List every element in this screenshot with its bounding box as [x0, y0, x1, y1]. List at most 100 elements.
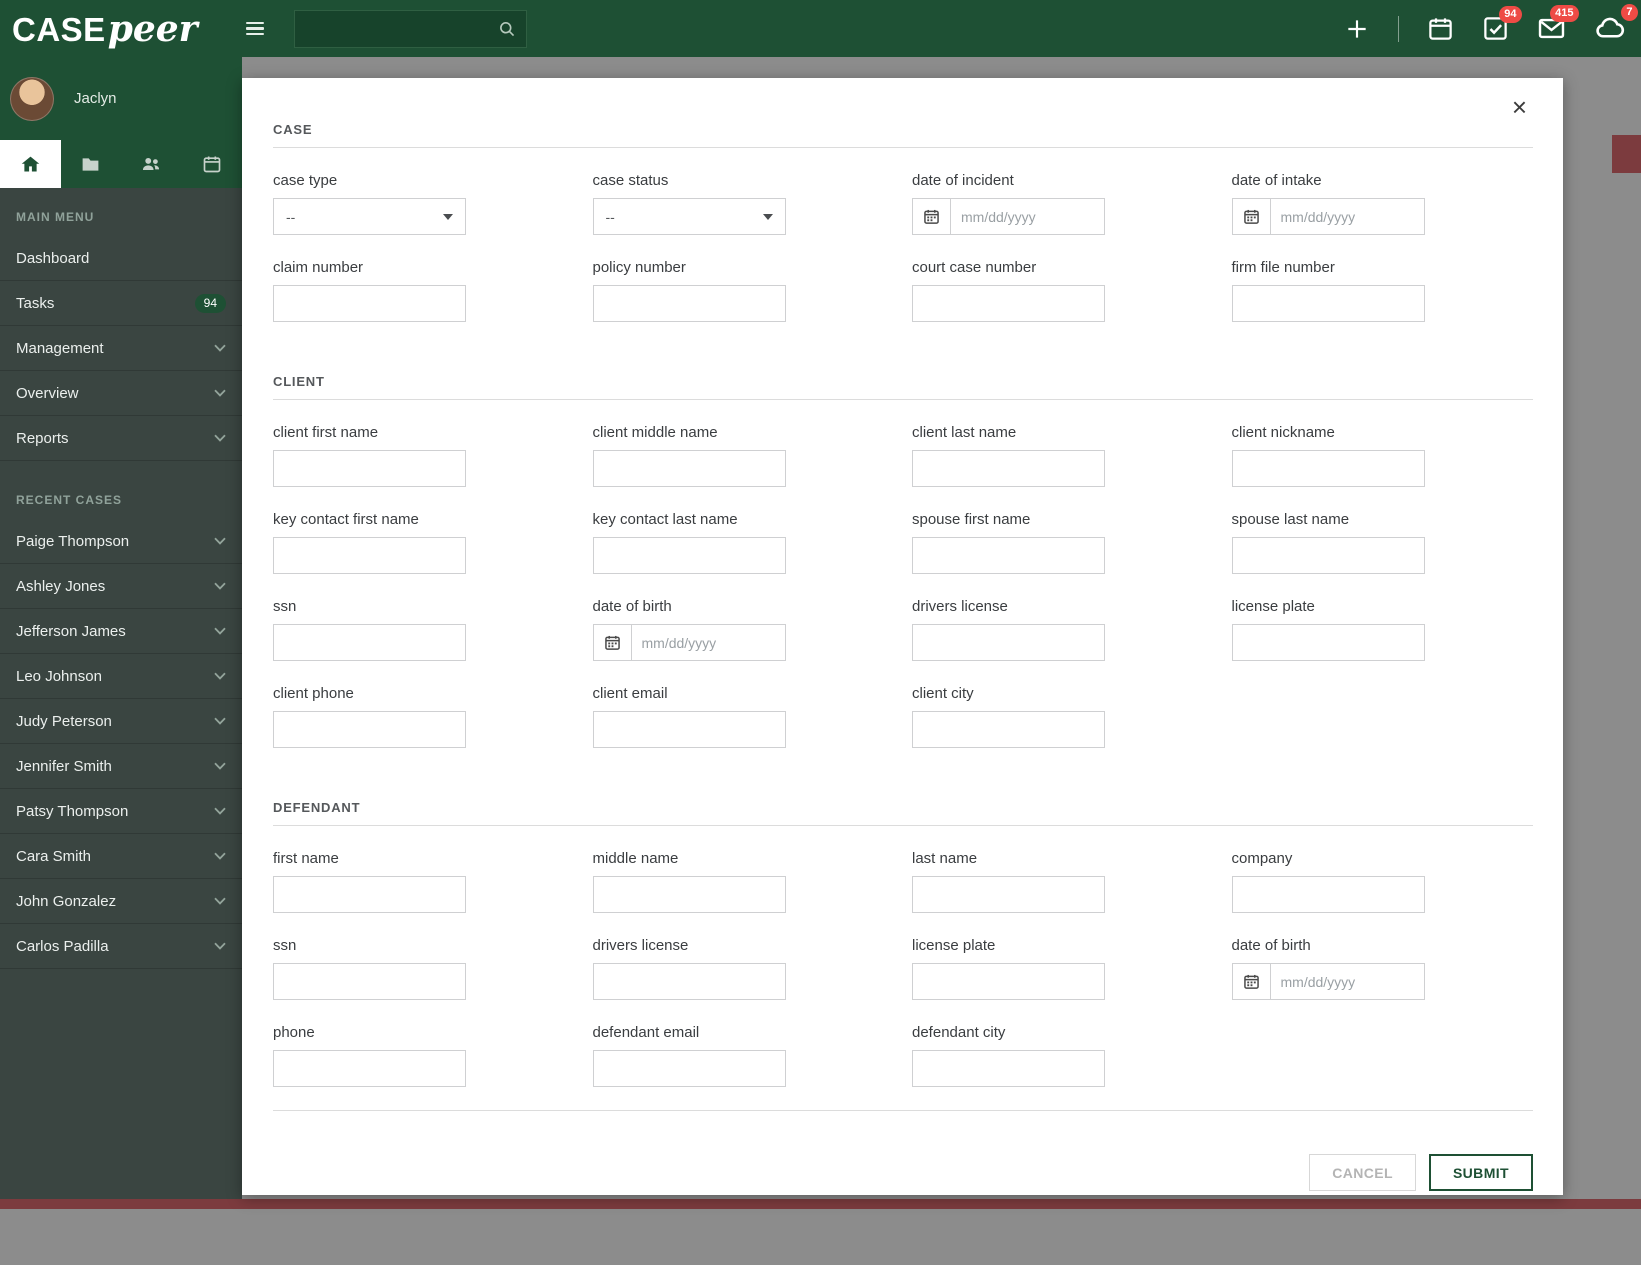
case-date-of-intake-date-group [1231, 198, 1425, 235]
client-client-phone-input[interactable] [273, 711, 466, 748]
field-case-date-of-intake: date of intake [1231, 172, 1552, 235]
field-defendant-first-name: first name [273, 850, 593, 913]
field-label: client first name [273, 424, 379, 441]
defendant-drivers-license-input[interactable] [592, 963, 786, 1000]
tab-calendar[interactable] [182, 140, 243, 188]
field-defendant-middle-name: middle name [592, 850, 913, 913]
field-defendant-drivers-license: drivers license [592, 937, 913, 1000]
case-case-type-select[interactable]: -- [273, 198, 466, 235]
field-defendant-company: company [1231, 850, 1552, 913]
case-policy-number-input[interactable] [592, 285, 786, 322]
sidebar-item-management[interactable]: Management [0, 326, 242, 371]
field-case-case-type: case type -- [273, 172, 593, 235]
calendar-icon[interactable] [1427, 15, 1454, 42]
client-key-contact-last-name-input[interactable] [592, 537, 786, 574]
defendant-date-of-birth-input[interactable] [1270, 964, 1424, 999]
case-date-of-intake-input[interactable] [1270, 199, 1424, 234]
client-client-email-input[interactable] [592, 711, 786, 748]
recent-case-jennifer-smith[interactable]: Jennifer Smith [0, 744, 242, 789]
form-row: case type -- case status -- date of incident… [273, 172, 1533, 235]
section-title: CLIENT [273, 374, 325, 389]
sidebar-item-dashboard[interactable]: Dashboard [0, 236, 242, 281]
defendant-defendant-city-input[interactable] [912, 1050, 1105, 1087]
calendar-icon[interactable] [913, 199, 951, 234]
case-case-status-select[interactable]: -- [592, 198, 786, 235]
sidebar-item-label: Reports [16, 429, 69, 447]
defendant-first-name-input[interactable] [273, 876, 466, 913]
field-label: drivers license [912, 598, 1008, 615]
calendar-icon [202, 154, 222, 174]
envelope-icon[interactable]: 415 [1537, 5, 1579, 43]
field-client-client-phone: client phone [273, 685, 593, 748]
case-court-case-number-input[interactable] [912, 285, 1105, 322]
calendar-icon[interactable] [1233, 199, 1271, 234]
field-client-client-nickname: client nickname [1231, 424, 1552, 487]
recent-case-john-gonzalez[interactable]: John Gonzalez [0, 879, 242, 924]
client-client-first-name-input[interactable] [273, 450, 466, 487]
tab-home[interactable] [0, 140, 61, 188]
global-search[interactable] [293, 9, 527, 48]
avatar[interactable] [10, 76, 54, 121]
user-profile[interactable]: Jaclyn [0, 57, 242, 140]
defendant-middle-name-input[interactable] [592, 876, 786, 913]
client-client-last-name-input[interactable] [912, 450, 1105, 487]
tasks-icon[interactable]: 94 [1482, 6, 1522, 42]
left-sidebar: Jaclyn MAIN MENU Dashboard Tasks 94 Mana… [0, 57, 242, 1199]
defendant-phone-input[interactable] [273, 1050, 466, 1087]
form-row: claim number policy number court case numb… [273, 259, 1533, 322]
recent-case-paige-thompson[interactable]: Paige Thompson [0, 519, 242, 564]
form-row: phone defendant email defendant city [273, 1024, 1533, 1087]
calendar-icon[interactable] [594, 625, 632, 660]
tab-contacts[interactable] [121, 140, 182, 188]
client-spouse-first-name-input[interactable] [912, 537, 1105, 574]
recent-case-cara-smith[interactable]: Cara Smith [0, 834, 242, 879]
client-spouse-last-name-input[interactable] [1231, 537, 1425, 574]
client-client-city-input[interactable] [912, 711, 1105, 748]
recent-case-ashley-jones[interactable]: Ashley Jones [0, 564, 242, 609]
sidebar-tabs [0, 140, 242, 188]
defendant-license-plate-input[interactable] [912, 963, 1105, 1000]
logo-text-case: CASE [12, 10, 106, 48]
chevron-down-icon [214, 807, 226, 815]
sidebar-item-tasks[interactable]: Tasks 94 [0, 281, 242, 326]
defendant-company-input[interactable] [1231, 876, 1425, 913]
hamburger-menu-icon[interactable] [245, 21, 264, 36]
case-date-of-incident-input[interactable] [951, 199, 1104, 234]
cancel-button[interactable]: CANCEL [1309, 1154, 1416, 1191]
chevron-down-icon [443, 213, 453, 220]
client-ssn-input[interactable] [273, 624, 466, 661]
add-new-button[interactable] [1344, 16, 1370, 42]
client-client-nickname-input[interactable] [1231, 450, 1425, 487]
case-claim-number-input[interactable] [273, 285, 466, 322]
field-case-policy-number: policy number [592, 259, 913, 322]
client-key-contact-first-name-input[interactable] [273, 537, 466, 574]
recent-case-patsy-thompson[interactable]: Patsy Thompson [0, 789, 242, 834]
calendar-icon[interactable] [1233, 964, 1271, 999]
app-logo[interactable]: CASE peer [0, 8, 198, 50]
sidebar-item-reports[interactable]: Reports [0, 416, 242, 461]
field-label: key contact first name [273, 511, 419, 528]
submit-button[interactable]: SUBMIT [1428, 1154, 1533, 1191]
search-input[interactable] [304, 19, 498, 38]
client-drivers-license-input[interactable] [912, 624, 1105, 661]
client-client-middle-name-input[interactable] [592, 450, 786, 487]
client-license-plate-input[interactable] [1231, 624, 1425, 661]
field-client-client-city: client city [912, 685, 1232, 748]
recent-case-carlos-padilla[interactable]: Carlos Padilla [0, 924, 242, 969]
case-firm-file-number-input[interactable] [1231, 285, 1425, 322]
defendant-defendant-email-input[interactable] [592, 1050, 786, 1087]
defendant-last-name-input[interactable] [912, 876, 1105, 913]
field-label: date of incident [912, 172, 1014, 189]
close-icon[interactable]: × [1512, 94, 1527, 120]
tab-cases[interactable] [61, 140, 122, 188]
recent-case-judy-peterson[interactable]: Judy Peterson [0, 699, 242, 744]
field-label: spouse last name [1231, 511, 1350, 528]
defendant-ssn-input[interactable] [273, 963, 466, 1000]
recent-case-leo-johnson[interactable]: Leo Johnson [0, 654, 242, 699]
recent-case-jefferson-james[interactable]: Jefferson James [0, 609, 242, 654]
field-label: ssn [273, 937, 297, 954]
client-date-of-birth-input[interactable] [631, 625, 785, 660]
sidebar-item-overview[interactable]: Overview [0, 371, 242, 416]
cloud-icon[interactable]: 7 [1594, 4, 1638, 44]
chevron-down-icon [214, 897, 226, 905]
